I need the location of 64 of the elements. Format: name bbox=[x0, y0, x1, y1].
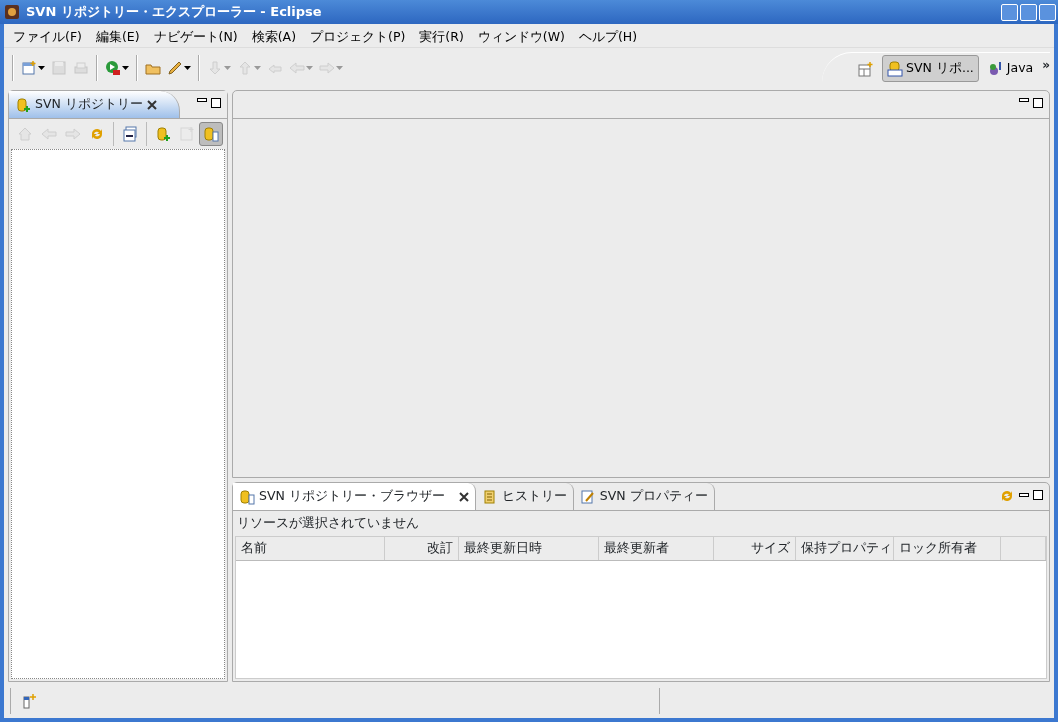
minimize-button[interactable] bbox=[197, 98, 207, 102]
perspective-button[interactable]: SVN リポ... bbox=[882, 55, 979, 82]
dropdown-icon bbox=[122, 66, 129, 70]
history-icon bbox=[481, 488, 498, 505]
minimize-button[interactable] bbox=[1019, 98, 1029, 102]
status-message: リソースが選択されていません bbox=[236, 514, 420, 532]
cylinder-plus-icon bbox=[155, 126, 171, 142]
java-perspective-icon bbox=[987, 60, 1004, 77]
menu-item[interactable]: ファイル(F) bbox=[6, 26, 89, 45]
close-icon[interactable] bbox=[146, 99, 157, 110]
printer-icon bbox=[73, 60, 89, 76]
run-icon bbox=[105, 60, 121, 76]
refresh-icon bbox=[89, 126, 105, 142]
perspective-button[interactable]: Java bbox=[982, 55, 1039, 82]
more-perspectives[interactable]: » bbox=[1042, 55, 1050, 74]
collapse-icon bbox=[122, 126, 138, 142]
menu-item[interactable]: 検索(A) bbox=[244, 26, 304, 45]
pen-icon bbox=[167, 60, 183, 76]
cylinder-tree-icon bbox=[203, 126, 219, 142]
menu-item[interactable]: プロジェクト(P) bbox=[303, 26, 413, 45]
dropdown-icon bbox=[224, 66, 231, 70]
dropdown-icon bbox=[38, 66, 45, 70]
close-icon[interactable] bbox=[458, 491, 469, 502]
down-arrow-icon bbox=[207, 60, 223, 76]
column-header[interactable]: ロック所有者 bbox=[893, 536, 1000, 560]
dropdown-icon bbox=[184, 66, 191, 70]
view-tab[interactable]: SVN リポジトリー bbox=[9, 91, 180, 118]
window-title: SVN リポジトリー・エクスプローラー - Eclipse bbox=[26, 3, 322, 22]
close-button[interactable] bbox=[1039, 3, 1056, 21]
column-header[interactable]: 名前 bbox=[236, 536, 384, 560]
column-header[interactable]: 最終更新日時 bbox=[458, 536, 598, 560]
column-header[interactable]: 改訂 bbox=[384, 536, 458, 560]
menu-item[interactable]: 編集(E) bbox=[88, 26, 147, 45]
app-icon bbox=[4, 4, 20, 20]
doc-plus-icon bbox=[21, 60, 37, 76]
up-arrow-icon bbox=[237, 60, 253, 76]
left-arrow-icon bbox=[41, 126, 57, 142]
column-header[interactable]: 最終更新者 bbox=[598, 536, 713, 560]
svn-cylinder-icon bbox=[887, 60, 904, 77]
dropdown-icon bbox=[254, 66, 261, 70]
view-tab[interactable]: ヒストリー bbox=[475, 483, 574, 510]
dropdown-icon bbox=[306, 66, 313, 70]
maximize-button[interactable] bbox=[1033, 98, 1043, 108]
properties-icon bbox=[579, 488, 596, 505]
right-arrow-icon bbox=[319, 60, 335, 76]
floppy-icon bbox=[51, 60, 67, 76]
minimize-button[interactable] bbox=[1019, 493, 1029, 497]
maximize-button[interactable] bbox=[1033, 490, 1043, 500]
cylinder-tree-icon bbox=[239, 488, 255, 505]
column-header[interactable]: 保持プロパティ bbox=[795, 536, 893, 560]
right-arrow-icon bbox=[65, 126, 81, 142]
left-arrow-icon bbox=[289, 60, 305, 76]
menu-item[interactable]: ヘルプ(H) bbox=[571, 26, 645, 45]
column-header[interactable]: サイズ bbox=[713, 536, 795, 560]
fast-view-icon bbox=[21, 693, 37, 709]
view-tab[interactable]: SVN プロパティー bbox=[573, 483, 715, 510]
menu-item[interactable]: ナビゲート(N) bbox=[146, 26, 245, 45]
menu-item[interactable]: ウィンドウ(W) bbox=[470, 26, 572, 45]
open-perspective-icon bbox=[857, 60, 874, 77]
maximize-button[interactable] bbox=[211, 98, 221, 108]
house-icon bbox=[17, 126, 33, 142]
dropdown-icon bbox=[336, 66, 343, 70]
view-tab[interactable]: SVN リポジトリー・ブラウザー bbox=[233, 483, 476, 510]
menu-item[interactable]: 実行(R) bbox=[412, 26, 471, 45]
